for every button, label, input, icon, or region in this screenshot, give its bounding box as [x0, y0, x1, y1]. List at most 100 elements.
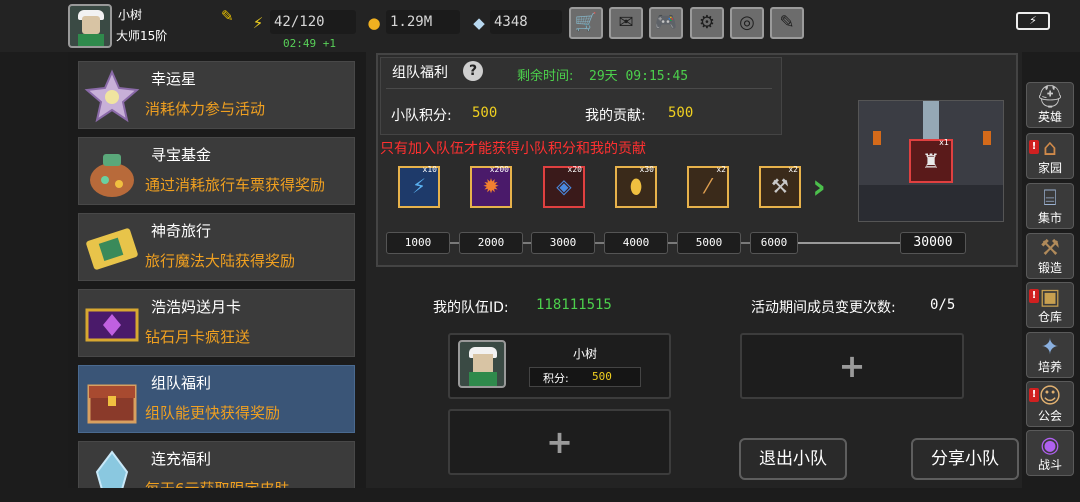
add-member-icon: +	[838, 347, 866, 385]
fire-orb-icon: ✹	[482, 174, 500, 198]
activity-desc: 通过消耗旅行车票获得奖励	[145, 176, 326, 194]
nav-hero[interactable]: ⛑ 英雄	[1026, 82, 1074, 128]
activity-item-magic-travel[interactable]: 神奇旅行 旅行魔法大陆获得奖励	[78, 213, 355, 281]
activity-desc: 钻石月卡疯狂送	[145, 328, 251, 346]
final-reward-item[interactable]: x1 ♜	[909, 138, 953, 183]
activity-desc: 每天6元获取限定皮肤	[145, 478, 290, 488]
milestone-6000: 6000	[750, 232, 798, 254]
leave-team-button[interactable]: 退出小队	[739, 438, 847, 480]
golden-egg-icon: ⬮	[629, 174, 643, 198]
ghost-key-icon: ♜	[922, 149, 940, 173]
reward-count: x30	[639, 165, 654, 174]
treasure-bag-icon	[83, 144, 141, 200]
battery-icon: ⚡	[1016, 12, 1050, 30]
travel-ticket-icon	[83, 220, 141, 276]
my-contribution-value: 500	[668, 105, 694, 121]
edit-icon[interactable]: ✎	[221, 8, 237, 24]
activity-item-monthly-card[interactable]: 浩浩妈送月卡 钻石月卡疯狂送	[78, 289, 355, 357]
gold-icon: ●	[367, 14, 381, 32]
nav-guild[interactable]: ! ☺ 公会	[1026, 381, 1074, 427]
remaining-time-label: 剩余时间:	[517, 69, 574, 84]
welfare-title: 组队福利	[392, 65, 448, 81]
reward-item[interactable]: x200 ✹	[470, 165, 512, 208]
reward-count: x200	[489, 165, 509, 174]
activity-title: 幸运星	[151, 70, 197, 88]
nav-label: 战斗	[1037, 458, 1062, 472]
milestone-3000: 3000	[531, 232, 595, 254]
nav-forge[interactable]: ⚒ 锻造	[1026, 233, 1074, 279]
activity-title: 浩浩妈送月卡	[151, 298, 242, 316]
hammer-icon: ⚒	[771, 174, 789, 198]
nav-label: 集市	[1037, 211, 1062, 225]
lightning-scroll-icon: ⚡	[411, 174, 427, 198]
activity-title: 神奇旅行	[151, 222, 212, 240]
milestone-4000: 4000	[604, 232, 668, 254]
blue-rune-icon: ◈	[556, 174, 572, 198]
diamond-icon: ◆	[473, 14, 485, 32]
activity-desc: 旅行魔法大陆获得奖励	[145, 252, 296, 270]
nav-home[interactable]: ! ⌂ 家园	[1026, 133, 1074, 179]
crystal-icon	[83, 448, 141, 488]
reward-item[interactable]: x2 ⁄	[687, 165, 729, 208]
remaining-time-value: 29天 09:15:45	[589, 69, 689, 84]
reward-item[interactable]: x30 ⬮	[615, 165, 657, 208]
team-id-label: 我的队伍ID:	[433, 300, 509, 316]
member-avatar	[458, 340, 506, 388]
team-id-value: 118111515	[536, 297, 612, 313]
milestone-2000: 2000	[459, 232, 523, 254]
team-points-label: 小队积分:	[391, 108, 452, 124]
activity-item-team-welfare[interactable]: 组队福利 组队能更快获得奖励	[78, 365, 355, 433]
activity-list[interactable]: 幸运星 消耗体力参与活动 寻宝基金 通过消耗旅行车票获得奖励 神奇旅行 旅行魔法…	[68, 52, 366, 488]
gamepad-icon[interactable]: 🎮	[649, 7, 683, 39]
shopping-cart-icon[interactable]: 🛒	[569, 7, 603, 39]
gold-value: 1.29M	[386, 10, 460, 34]
reward-count: x10	[422, 165, 437, 174]
join-team-warning: 只有加入队伍才能获得小队积分和我的贡献	[380, 141, 646, 157]
member-changes-value: 0/5	[930, 297, 956, 313]
empty-member-slot[interactable]: +	[740, 333, 964, 399]
gear-icon[interactable]: ⚙	[690, 7, 724, 39]
player-rank: 大师15阶	[116, 29, 168, 43]
activity-item-recharge-welfare[interactable]: 连充福利 每天6元获取限定皮肤	[78, 441, 355, 488]
info-divider	[386, 88, 772, 89]
diamond-value: 4348	[490, 10, 562, 34]
mail-icon[interactable]: ✉	[609, 7, 643, 39]
reward-item[interactable]: x2 ⚒	[759, 165, 801, 208]
next-arrow-icon[interactable]: ›	[812, 167, 838, 207]
top-bar: 小树 大师15阶 ✎ ⚡ 42/120 02:49 +1 ● 1.29M ◆ 4…	[0, 0, 1080, 52]
add-member-icon: +	[546, 423, 573, 461]
milestone-track	[796, 242, 900, 244]
reward-item[interactable]: x20 ◈	[543, 165, 585, 208]
activity-item-treasure-fund[interactable]: 寻宝基金 通过消耗旅行车票获得奖励	[78, 137, 355, 205]
feather-icon[interactable]: ✎	[770, 7, 804, 39]
member-changes-label: 活动期间成员变更次数:	[751, 300, 896, 316]
share-team-button[interactable]: 分享小队	[911, 438, 1019, 480]
nav-label: 英雄	[1037, 110, 1062, 124]
activity-item-lucky-star[interactable]: 幸运星 消耗体力参与活动	[78, 61, 355, 129]
energy-icon: ⚡	[252, 14, 264, 32]
reward-count: x2	[788, 165, 798, 174]
my-contribution-label: 我的贡献:	[585, 108, 646, 124]
empty-member-slot[interactable]: +	[448, 409, 671, 475]
nav-label: 家园	[1037, 161, 1062, 175]
member-points-label: 积分:	[543, 372, 569, 385]
member-points-value: 500	[592, 370, 612, 383]
nav-label: 锻造	[1037, 261, 1062, 275]
help-icon[interactable]: ?	[463, 61, 483, 81]
energy-timer: 02:49 +1	[283, 37, 336, 50]
player-name: 小树	[118, 8, 143, 22]
activity-title: 寻宝基金	[151, 146, 212, 164]
nav-training[interactable]: ✦ 培养	[1026, 332, 1074, 378]
reward-item[interactable]: x10 ⚡	[398, 165, 440, 208]
nav-market[interactable]: ⌸ 集市	[1026, 183, 1074, 229]
team-points-value: 500	[472, 105, 498, 121]
nav-label: 公会	[1037, 409, 1062, 423]
activity-desc: 组队能更快获得奖励	[145, 404, 281, 422]
color-wheel-icon[interactable]: ◎	[730, 7, 764, 39]
player-avatar[interactable]	[68, 4, 112, 48]
final-reward-count: x1	[939, 138, 949, 147]
nav-battle[interactable]: ◉ 战斗	[1026, 430, 1074, 476]
activity-title: 组队福利	[151, 374, 212, 392]
nav-warehouse[interactable]: ! ▣ 仓库	[1026, 282, 1074, 328]
activity-title: 连充福利	[151, 450, 212, 468]
